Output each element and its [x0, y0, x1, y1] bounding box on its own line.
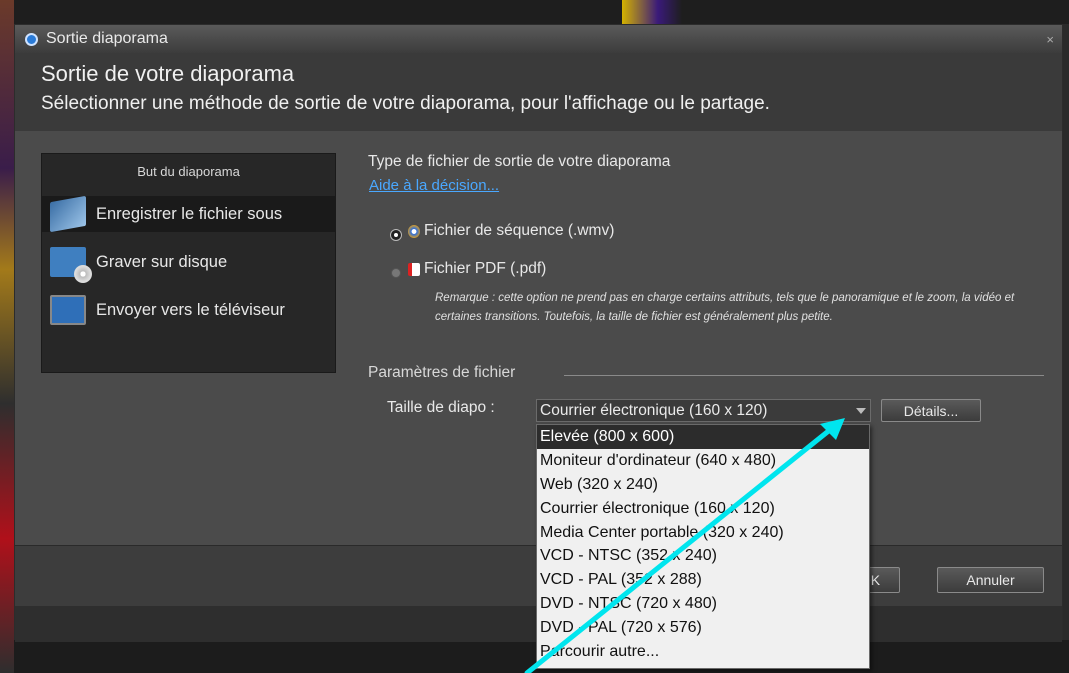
header-subtitle: Sélectionner une méthode de sortie de vo…: [41, 93, 770, 114]
slide-size-label: Taille de diapo :: [387, 399, 495, 416]
file-params-divider: [564, 375, 1044, 376]
sidebar-item-send-tv[interactable]: Envoyer vers le téléviseur: [42, 292, 335, 328]
pdf-icon: [408, 262, 420, 276]
background-blob: [622, 0, 682, 24]
header-title: Sortie de votre diaporama: [41, 61, 295, 86]
wmv-icon: [408, 224, 420, 238]
decision-help-link[interactable]: Aide à la décision...: [369, 177, 499, 194]
slide-size-value: Courrier électronique (160 x 120): [540, 402, 768, 419]
pdf-remark: Remarque : cette option ne prend pas en …: [435, 292, 1015, 323]
dropdown-option[interactable]: Media Center portable (320 x 240): [537, 521, 869, 545]
burn-disc-icon: [50, 247, 92, 283]
tv-icon: [50, 295, 86, 325]
purpose-panel: But du diaporama Enregistrer le fichier …: [41, 153, 336, 373]
slide-size-select[interactable]: Courrier électronique (160 x 120): [536, 399, 871, 422]
dropdown-option[interactable]: VCD - PAL (352 x 288): [537, 568, 869, 592]
dropdown-option[interactable]: Parcourir autre...: [537, 640, 869, 664]
output-type-title: Type de fichier de sortie de votre diapo…: [368, 153, 671, 170]
dropdown-option[interactable]: Moniteur d'ordinateur (640 x 480): [537, 449, 869, 473]
background-wallpaper-left: [0, 0, 14, 673]
sidebar-item-label: Graver sur disque: [96, 252, 228, 271]
slide-size-dropdown-list: Elevée (800 x 600) Moniteur d'ordinateur…: [536, 424, 870, 669]
dropdown-option[interactable]: Web (320 x 240): [537, 473, 869, 497]
chevron-down-icon[interactable]: [856, 408, 866, 414]
dropdown-option[interactable]: Elevée (800 x 600): [537, 425, 869, 449]
dropdown-option[interactable]: DVD - NTSC (720 x 480): [537, 592, 869, 616]
sidebar-item-label: Enregistrer le fichier sous: [96, 204, 283, 223]
sidebar-item-label: Envoyer vers le téléviseur: [96, 300, 285, 319]
dialog-header: Sortie de votre diaporama Sélectionner u…: [15, 53, 1062, 131]
dropdown-option[interactable]: VCD - NTSC (352 x 240): [537, 544, 869, 568]
radio-wmv[interactable]: [391, 230, 401, 240]
sidebar-item-burn-disc[interactable]: Graver sur disque: [42, 244, 335, 283]
option-wmv-label: Fichier de séquence (.wmv): [424, 222, 615, 239]
cancel-button[interactable]: Annuler: [937, 567, 1044, 593]
option-pdf-label: Fichier PDF (.pdf): [424, 260, 547, 277]
title-bar: Sortie diaporama ×: [15, 25, 1062, 53]
details-button[interactable]: Détails...: [881, 399, 981, 422]
save-file-icon: [50, 195, 86, 233]
file-params-label: Paramètres de fichier: [368, 364, 516, 381]
option-pdf[interactable]: Fichier PDF (.pdf): [408, 260, 546, 278]
dropdown-option[interactable]: DVD - PAL (720 x 576): [537, 616, 869, 640]
close-icon[interactable]: ×: [1046, 32, 1054, 47]
app-icon: [25, 32, 38, 46]
option-wmv[interactable]: Fichier de séquence (.wmv): [408, 222, 614, 240]
window-title: Sortie diaporama: [46, 30, 168, 47]
background-top: [14, 0, 1069, 24]
radio-pdf[interactable]: [391, 268, 401, 278]
dropdown-option[interactable]: Courrier électronique (160 x 120): [537, 497, 869, 521]
sidebar-item-save-file[interactable]: Enregistrer le fichier sous: [42, 195, 335, 233]
purpose-panel-title: But du diaporama: [137, 164, 240, 179]
